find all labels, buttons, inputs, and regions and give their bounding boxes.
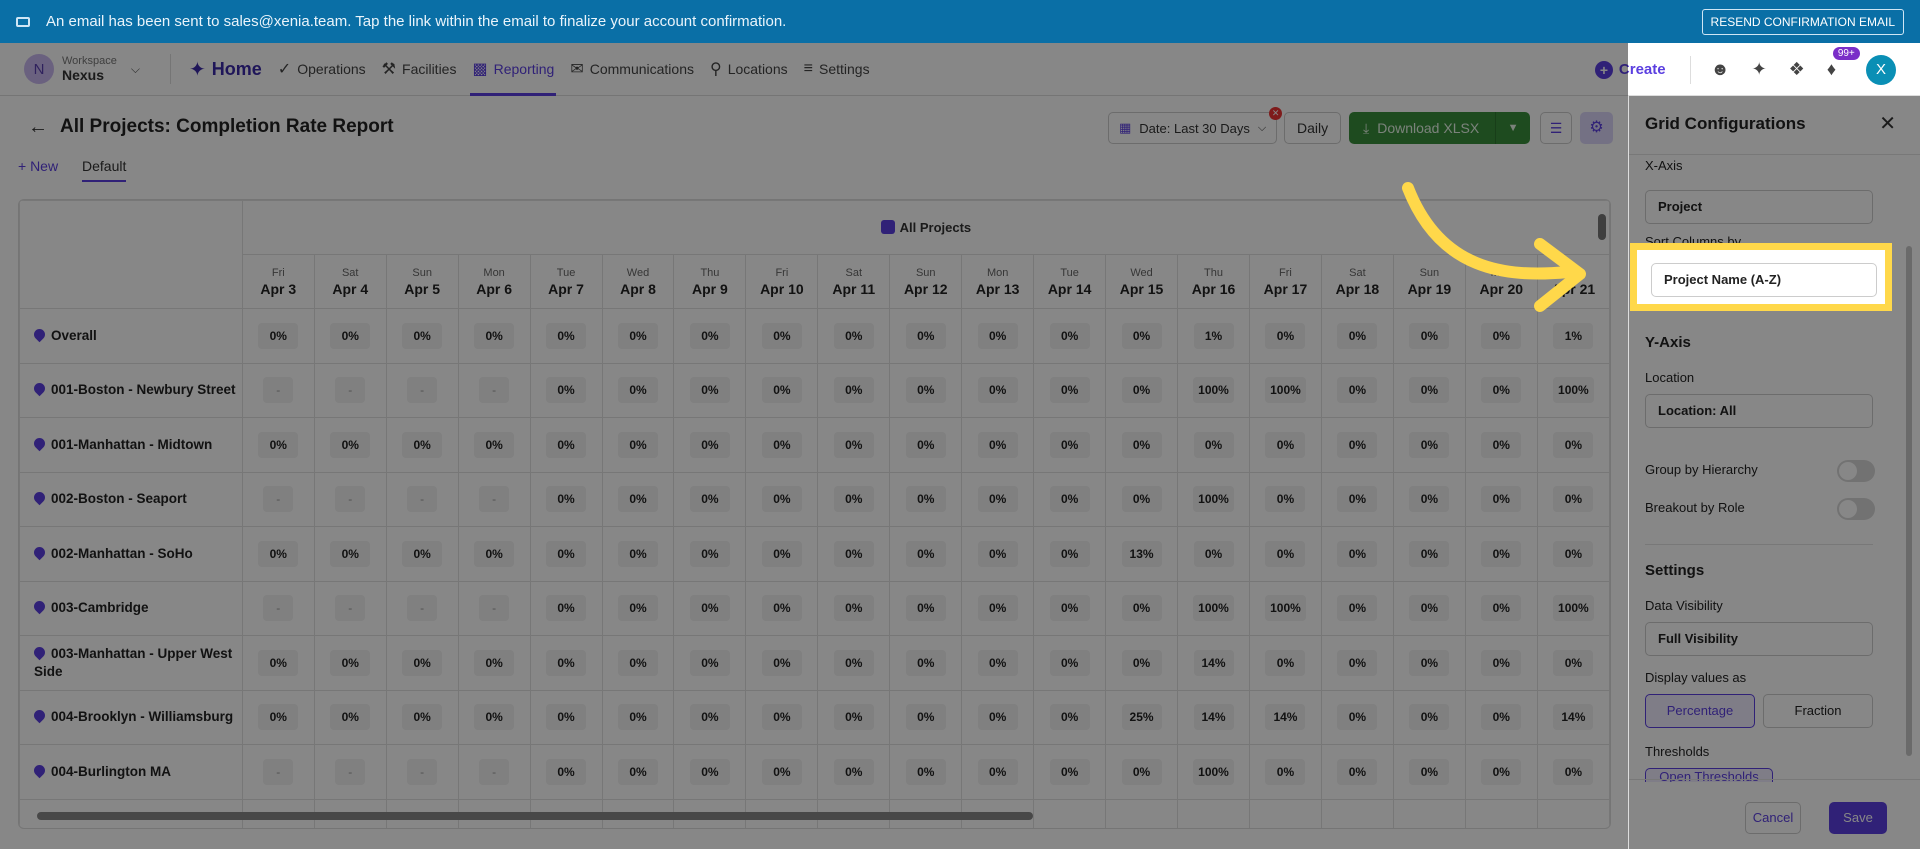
thresholds-label: Thresholds: [1645, 744, 1710, 759]
data-visibility-label: Data Visibility: [1645, 598, 1723, 613]
puzzle-icon[interactable]: ❖: [1789, 59, 1805, 80]
percentage-option[interactable]: Percentage: [1645, 694, 1755, 728]
breakout-role-label: Breakout by Role: [1645, 500, 1745, 515]
settings-heading: Settings: [1645, 562, 1705, 579]
banner-message: An email has been sent to sales@xenia.te…: [46, 13, 787, 30]
notification-badge: 99+: [1832, 47, 1860, 60]
panel-scrollbar[interactable]: [1906, 246, 1912, 756]
panel-divider: [1645, 544, 1873, 545]
location-select[interactable]: Location: All: [1645, 394, 1873, 428]
user-avatar[interactable]: X: [1866, 54, 1896, 85]
nav-right: + Create ☻ ✦ ❖ ♦ 99+ X: [1594, 43, 1896, 96]
save-button[interactable]: Save: [1829, 802, 1887, 834]
telescope-icon[interactable]: ✦: [1752, 59, 1767, 80]
bell-icon[interactable]: ♦ 99+: [1827, 47, 1860, 80]
panel-divider: [1629, 154, 1920, 155]
data-visibility-select[interactable]: Full Visibility: [1645, 622, 1873, 656]
mail-icon: [16, 16, 30, 27]
location-label: Location: [1645, 370, 1695, 385]
sort-columns-select[interactable]: Project Name (A-Z): [1651, 263, 1877, 297]
group-hierarchy-label: Group by Hierarchy: [1645, 462, 1758, 477]
x-axis-select[interactable]: Project: [1645, 190, 1873, 224]
x-axis-heading: X-Axis: [1645, 158, 1683, 173]
highlight-box: Project Name (A-Z): [1630, 243, 1892, 311]
close-icon[interactable]: ✕: [1879, 111, 1896, 136]
y-axis-heading: Y-Axis: [1645, 334, 1691, 351]
breakout-role-toggle[interactable]: [1837, 498, 1875, 520]
resend-confirmation-button[interactable]: RESEND CONFIRMATION EMAIL: [1701, 9, 1904, 35]
confirmation-banner: An email has been sent to sales@xenia.te…: [0, 0, 1920, 43]
panel-title: Grid Configurations: [1645, 114, 1806, 133]
fraction-option[interactable]: Fraction: [1763, 694, 1873, 728]
modal-backdrop[interactable]: [0, 43, 1628, 849]
grid-config-panel: Grid Configurations ✕ X-Axis Project Sor…: [1628, 96, 1920, 849]
panel-footer: Cancel Save: [1629, 779, 1920, 849]
display-values-label: Display values as: [1645, 670, 1747, 685]
cancel-button[interactable]: Cancel: [1745, 802, 1801, 834]
group-hierarchy-toggle[interactable]: [1837, 460, 1875, 482]
add-user-icon[interactable]: ☻: [1711, 59, 1730, 80]
nav-right-divider: [1689, 55, 1691, 84]
